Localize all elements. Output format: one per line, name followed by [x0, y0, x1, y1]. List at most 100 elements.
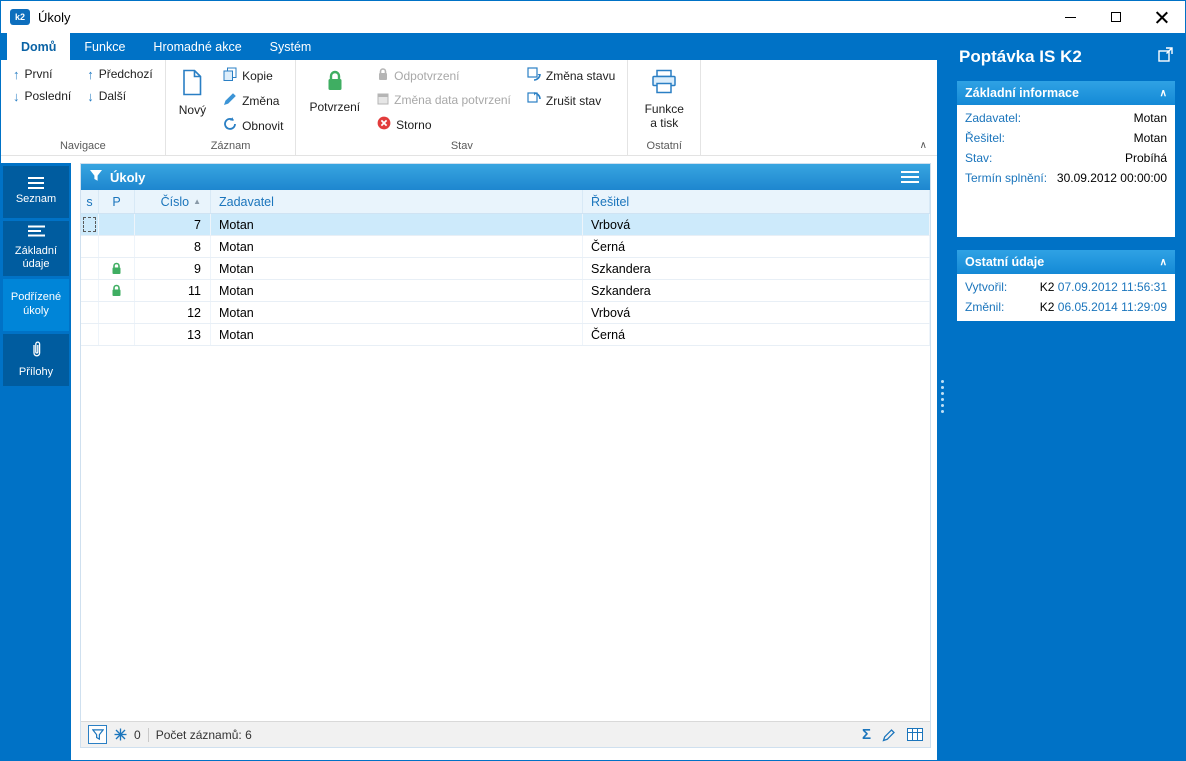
section-header[interactable]: Základní informace ∧ [957, 81, 1175, 105]
close-button[interactable] [1139, 1, 1185, 33]
section-title: Základní informace [965, 86, 1079, 100]
grid-title-bar: Úkoly [81, 164, 930, 190]
cell-zadavatel: Motan [211, 236, 583, 257]
panel-splitter[interactable] [937, 33, 947, 760]
sidebar-item-seznam[interactable]: Seznam [3, 166, 69, 218]
grid-settings-icon[interactable] [907, 728, 923, 741]
gray-lock-icon [377, 67, 389, 84]
first-button[interactable]: ↑ První [8, 64, 76, 84]
tab-system[interactable]: Systém [256, 33, 326, 60]
ribbon-collapse-chevron-icon[interactable]: ∧ [920, 140, 927, 151]
section-ostatni-udaje: Ostatní údaje ∧ Vytvořil: K2 07.09.2012 … [957, 250, 1175, 321]
sum-icon[interactable]: Σ [862, 726, 871, 743]
field-row: Řešitel: Motan [957, 128, 1175, 148]
table-row[interactable]: 13 Motan Černá [81, 324, 930, 346]
field-value: Motan [1133, 111, 1167, 125]
cell-cislo: 12 [135, 302, 211, 323]
maximize-button[interactable] [1093, 1, 1139, 33]
sidebar-item-zakladni-udaje[interactable]: Základní údaje [3, 221, 69, 276]
column-header-s[interactable]: s [81, 190, 99, 213]
new-button[interactable]: Nový [173, 64, 212, 120]
row-s-cell [81, 302, 99, 323]
field-row: Změnil: K2 06.05.2014 11:29:09 [957, 297, 1175, 317]
ribbon-group-stav: Potvrzení Odpotvrzení Změna data potvrze… [296, 60, 629, 155]
first-label: První [24, 67, 53, 81]
edit-pencil-icon[interactable] [882, 728, 896, 742]
column-header-cislo[interactable]: Číslo ▲ [135, 190, 211, 213]
storno-button[interactable]: Storno [372, 113, 516, 136]
field-row: Vytvořil: K2 07.09.2012 11:56:31 [957, 277, 1175, 297]
section-header[interactable]: Ostatní údaje ∧ [957, 250, 1175, 274]
sidebar-item-prilohy[interactable]: Přílohy [3, 333, 69, 386]
grid-footer: 0 Počet záznamů: 6 Σ [81, 721, 930, 747]
refresh-button[interactable]: Obnovit [218, 114, 288, 137]
column-header-resitel[interactable]: Řešitel [583, 190, 930, 213]
ribbon-group-ostatni: Funkce a tisk Ostatní [628, 60, 702, 155]
tab-hromadne-akce[interactable]: Hromadné akce [139, 33, 255, 60]
column-header-row: s P Číslo ▲ Zadavatel Řešitel [81, 190, 930, 214]
window-title: Úkoly [38, 9, 71, 25]
tab-domu[interactable]: Domů [7, 33, 71, 60]
next-button[interactable]: ↓ Další [82, 86, 158, 106]
row-p-cell [99, 214, 135, 235]
copy-icon [223, 67, 237, 84]
ribbon-tab-bar: Domů Funkce Hromadné akce Systém [1, 33, 937, 60]
unconfirm-button[interactable]: Odpotvrzení [372, 64, 516, 87]
table-row[interactable]: 9 Motan Szkandera [81, 258, 930, 280]
last-button[interactable]: ↓ Poslední [8, 86, 76, 106]
tab-funkce[interactable]: Funkce [70, 33, 139, 60]
section-title: Ostatní údaje [965, 255, 1045, 269]
field-value: Probíhá [1124, 151, 1167, 165]
cancel-state-icon [527, 92, 541, 109]
edit-button[interactable]: Změna [218, 89, 288, 112]
row-s-cell [81, 236, 99, 257]
filter-toggle-button[interactable] [88, 725, 107, 744]
sidebar-item-label: Podřízené úkoly [10, 291, 62, 317]
functions-print-label: Funkce a tisk [644, 101, 684, 130]
previous-button[interactable]: ↑ Předchozí [82, 64, 158, 84]
field-datetime: 06.05.2014 11:29:09 [1057, 300, 1167, 314]
sidebar-item-podrizene-ukoly[interactable]: Podřízené úkoly [3, 278, 69, 331]
cell-zadavatel: Motan [211, 280, 583, 301]
menu-icon [28, 177, 44, 190]
column-header-zadavatel[interactable]: Zadavatel [211, 190, 583, 213]
sidebar-item-label: Seznam [15, 193, 57, 206]
section-zakladni-informace: Základní informace ∧ Zadavatel: Motan Ře… [957, 81, 1175, 237]
table-row[interactable]: 7 Motan Vrbová [81, 214, 930, 236]
grid-menu-icon[interactable] [898, 168, 922, 186]
row-p-cell [99, 258, 135, 279]
field-user: K2 [1039, 280, 1055, 294]
collapse-chevron-icon: ∧ [1159, 87, 1167, 99]
change-confirm-date-button[interactable]: Změna data potvrzení [372, 89, 516, 111]
copy-label: Kopie [242, 68, 273, 83]
freeze-icon[interactable] [114, 728, 127, 741]
change-state-button[interactable]: Změna stavu [522, 64, 620, 87]
copy-button[interactable]: Kopie [218, 64, 288, 87]
close-icon [1156, 11, 1168, 23]
focus-cell-marker [83, 327, 96, 342]
functions-print-button[interactable]: Funkce a tisk [635, 64, 693, 132]
ribbon: ↑ První ↓ Poslední ↑ Předchozí ↓ Další N… [1, 60, 937, 156]
cancel-state-button[interactable]: Zrušit stav [522, 89, 620, 112]
filter-funnel-icon [89, 169, 103, 186]
row-p-cell [99, 302, 135, 323]
record-count-label: Počet záznamů: 6 [155, 727, 252, 742]
cell-zadavatel: Motan [211, 258, 583, 279]
section-body: Vytvořil: K2 07.09.2012 11:56:31 Změnil:… [957, 274, 1175, 321]
confirm-button[interactable]: Potvrzení [303, 64, 366, 117]
minimize-button[interactable] [1047, 1, 1093, 33]
focus-cell-marker [83, 217, 96, 232]
group-label-navigace: Navigace [59, 140, 106, 152]
column-header-p[interactable]: P [99, 190, 135, 213]
field-value: 30.09.2012 00:00:00 [1056, 171, 1167, 185]
table-row[interactable]: 8 Motan Černá [81, 236, 930, 258]
cell-resitel: Vrbová [583, 214, 930, 235]
field-row: Zadavatel: Motan [957, 108, 1175, 128]
table-row[interactable]: 11 Motan Szkandera [81, 280, 930, 302]
open-external-icon[interactable] [1158, 47, 1173, 67]
table-row[interactable]: 12 Motan Vrbová [81, 302, 930, 324]
cell-cislo: 8 [135, 236, 211, 257]
field-datetime: 07.09.2012 11:56:31 [1057, 280, 1167, 294]
app-icon: k2 [10, 9, 30, 25]
tasks-grid-panel: Úkoly s P Číslo ▲ Zadavatel Řešitel 7 Mo… [80, 163, 931, 748]
